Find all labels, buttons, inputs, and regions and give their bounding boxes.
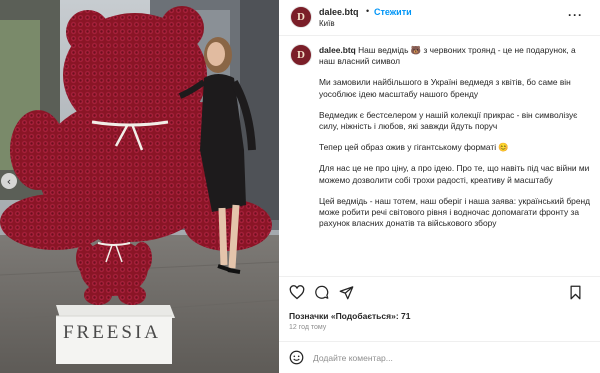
chevron-left-icon: ‹ — [6, 174, 12, 188]
caption-text: dalee.btq Наш ведмідь 🐻 з червоних троян… — [319, 45, 591, 239]
post-photo[interactable]: FREESIA ‹ — [0, 0, 279, 373]
post-timestamp[interactable]: 12 год тому — [289, 324, 326, 331]
caption-section: D dalee.btq Наш ведмідь 🐻 з червоних тро… — [279, 36, 600, 270]
location-link[interactable]: Київ — [319, 19, 335, 28]
avatar-monogram: D — [297, 49, 305, 61]
comment-icon[interactable] — [314, 285, 329, 300]
follow-button[interactable]: Стежити — [374, 7, 412, 17]
caption-paragraph: Цей ведмідь - наш тотем, наш оберіг і на… — [319, 195, 591, 229]
avatar[interactable]: D — [290, 6, 312, 28]
caption-paragraph: Ми замовили найбільшого в Україні ведмед… — [319, 77, 571, 99]
emoji-icon[interactable] — [289, 350, 304, 365]
separator-dot: • — [366, 6, 370, 16]
post-header: D dalee.btq • Стежити Київ ··· — [279, 0, 600, 36]
avatar-monogram: D — [297, 11, 305, 23]
comment-input[interactable]: Додайте коментар... — [313, 353, 393, 363]
likes-count[interactable]: Позначки «Подобається»: 71 — [289, 311, 410, 321]
bookmark-icon[interactable] — [569, 285, 582, 300]
caption-paragraph: Ведмедик є бестселером у нашій колекції … — [319, 109, 578, 132]
caption-username[interactable]: dalee.btq — [319, 45, 356, 55]
action-bar — [279, 276, 600, 300]
comment-bar: Додайте коментар... — [279, 341, 600, 373]
photo-box-text: FREESIA — [62, 322, 162, 343]
send-icon[interactable] — [339, 285, 354, 300]
post-sidebar: D dalee.btq • Стежити Київ ··· D dalee.b… — [279, 0, 600, 373]
caption-paragraph: Для нас це не про ціну, а про ідею. Про … — [319, 163, 590, 185]
heart-icon[interactable] — [289, 285, 305, 300]
caption-avatar[interactable]: D — [290, 44, 312, 66]
more-icon[interactable]: ··· — [568, 8, 583, 22]
header-username[interactable]: dalee.btq — [319, 7, 359, 17]
previous-image-button[interactable]: ‹ — [1, 173, 17, 189]
caption-paragraph: Тепер цей образ ожив у гігантському форм… — [319, 142, 509, 153]
photo-image — [0, 0, 279, 373]
caption-first-line: Наш ведмідь 🐻 з червоних троянд - це не … — [319, 45, 576, 67]
